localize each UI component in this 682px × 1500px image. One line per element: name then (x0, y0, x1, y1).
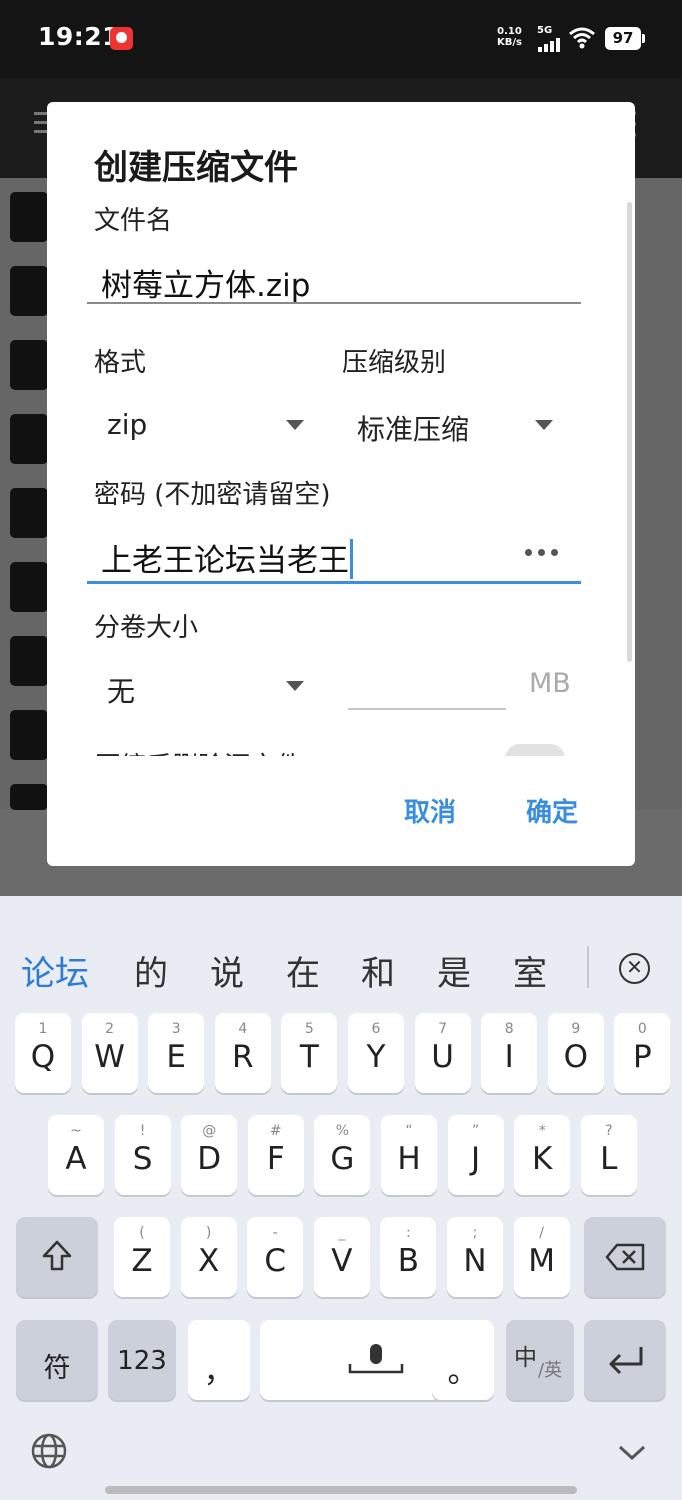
folder-icon (10, 414, 48, 464)
key-p[interactable]: 0P (614, 1013, 671, 1093)
close-candidates-icon[interactable]: ✕ (619, 953, 650, 984)
folder-icon (10, 784, 48, 810)
key-b[interactable]: :B (380, 1217, 437, 1297)
dialog-scrollbar[interactable] (627, 202, 632, 662)
folder-icon (10, 710, 48, 760)
format-value: zip (107, 408, 148, 441)
folder-icon (10, 266, 48, 316)
key-c[interactable]: -C (247, 1217, 304, 1297)
battery-icon: 97 (605, 27, 645, 50)
compression-level-value: 标准压缩 (357, 413, 470, 446)
ok-button[interactable]: 确定 (526, 792, 578, 829)
wifi-icon (569, 27, 595, 49)
backspace-icon (605, 1243, 645, 1271)
volume-size-input[interactable] (348, 708, 506, 710)
backspace-key[interactable] (584, 1217, 666, 1297)
key-f[interactable]: # F (247, 1115, 304, 1195)
candidate-word[interactable]: 在 (286, 946, 320, 995)
create-archive-dialog: 创建压缩文件 文件名 树莓立方体.zip 格式 压缩级别 zip 标准压缩 密码… (47, 102, 635, 866)
key-s[interactable]: ! S (114, 1115, 171, 1195)
soft-keyboard: 论坛 的 说 在 和 是 室 ✕ 1Q2W3E4R5T6Y7U8I9O0P ~ A… (0, 896, 682, 1500)
network-speed: 0.10 KB/s (497, 26, 522, 48)
shift-icon (42, 1240, 72, 1271)
filename-underline (87, 302, 581, 304)
folder-icon (10, 340, 48, 390)
key-n[interactable]: ; N (447, 1217, 503, 1297)
globe-icon[interactable] (30, 1432, 68, 1470)
candidate-word[interactable]: 是 (437, 946, 471, 995)
key-h[interactable]: “H (381, 1115, 437, 1195)
password-input[interactable]: 上老王论坛当老王 (101, 535, 353, 580)
key-m[interactable]: / M (513, 1217, 570, 1297)
signal-icon (538, 38, 564, 52)
volume-unit: MB (529, 668, 571, 699)
symbols-key[interactable]: 符 (16, 1320, 98, 1400)
status-time: 19:21 (38, 22, 121, 51)
folder-icon (10, 636, 48, 686)
status-bar: 19:21 0.10 KB/s 5G 97 (0, 0, 682, 78)
dropdown-arrow-icon (535, 420, 553, 430)
filename-input[interactable]: 树莓立方体.zip (101, 260, 310, 305)
hide-keyboard-icon[interactable] (617, 1444, 647, 1462)
key-o[interactable]: 9O (547, 1013, 604, 1093)
network-type: 5G (537, 25, 553, 36)
key-i[interactable]: 8I (481, 1013, 538, 1093)
key-y[interactable]: 6Y (348, 1013, 404, 1093)
compression-level-label: 压缩级别 (342, 348, 447, 378)
folder-icon (10, 488, 48, 538)
candidate-word[interactable]: 说 (210, 946, 244, 995)
app-notification-icon (110, 27, 133, 50)
cancel-button[interactable]: 取消 (404, 792, 456, 829)
shift-key[interactable] (16, 1217, 98, 1297)
gesture-handle (105, 1486, 577, 1494)
key-x[interactable]: ) X (180, 1217, 237, 1297)
key-t[interactable]: 5T (281, 1013, 338, 1093)
key-j[interactable]: ” J (447, 1115, 504, 1195)
filename-label: 文件名 (94, 206, 173, 236)
volume-size-label: 分卷大小 (94, 613, 199, 643)
key-q[interactable]: 1Q (15, 1013, 71, 1093)
comma-key[interactable]: ， (188, 1320, 250, 1400)
password-underline (87, 581, 581, 584)
dropdown-arrow-icon (286, 681, 304, 691)
password-label: 密码 (不加密请留空) (94, 480, 331, 510)
key-a[interactable]: ~ A (48, 1115, 104, 1195)
key-k[interactable]: * K (514, 1115, 571, 1195)
language-switch-key[interactable]: 中 /英 (506, 1320, 574, 1400)
period-key[interactable]: 。 (432, 1320, 494, 1400)
password-visibility-toggle-icon[interactable] (525, 549, 561, 561)
key-v[interactable]: _ V (313, 1217, 370, 1297)
key-w[interactable]: 2W (81, 1013, 138, 1093)
dropdown-arrow-icon (286, 420, 304, 430)
key-r[interactable]: 4R (214, 1013, 271, 1093)
candidate-word[interactable]: 的 (134, 946, 168, 995)
delete-source-switch[interactable] (505, 742, 567, 756)
candidate-word[interactable]: 论坛 (21, 946, 89, 995)
key-u[interactable]: 7U (414, 1013, 471, 1093)
enter-icon (609, 1347, 643, 1375)
candidate-word[interactable]: 和 (361, 946, 395, 995)
key-e[interactable]: 3E (148, 1013, 205, 1093)
enter-key[interactable] (584, 1320, 666, 1400)
folder-icon (10, 192, 48, 242)
format-label: 格式 (94, 348, 147, 378)
candidate-word[interactable]: 室 (513, 946, 547, 995)
key-d[interactable]: @ D (181, 1115, 238, 1195)
numbers-key[interactable]: 123 (108, 1320, 176, 1400)
key-g[interactable]: % G (314, 1115, 371, 1195)
key-l[interactable]: ? L (580, 1115, 637, 1195)
delete-source-option: 压缩后删除源文件 (94, 742, 574, 756)
candidate-separator (587, 946, 589, 988)
folder-icon (10, 562, 48, 612)
volume-size-value: 无 (107, 675, 136, 708)
microphone-icon (348, 1344, 404, 1374)
key-z[interactable]: (Z (114, 1217, 170, 1297)
text-caret (350, 539, 353, 579)
dialog-title: 创建压缩文件 (94, 148, 298, 188)
